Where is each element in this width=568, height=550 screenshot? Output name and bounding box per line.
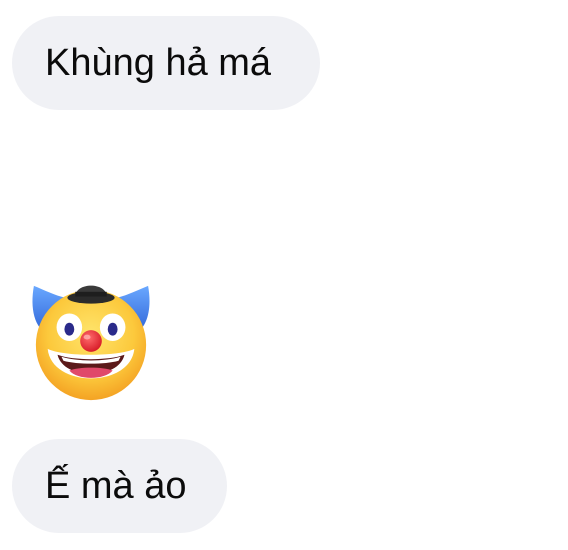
message-bubble-received[interactable]: Ế mà ảo (12, 439, 227, 533)
message-bubble-received[interactable]: Khùng hả má (12, 16, 320, 110)
message-text: Ế mà ảo (45, 465, 187, 507)
clown-face-emoji-icon[interactable] (28, 278, 154, 404)
message-text: Khùng hả má (45, 42, 272, 84)
